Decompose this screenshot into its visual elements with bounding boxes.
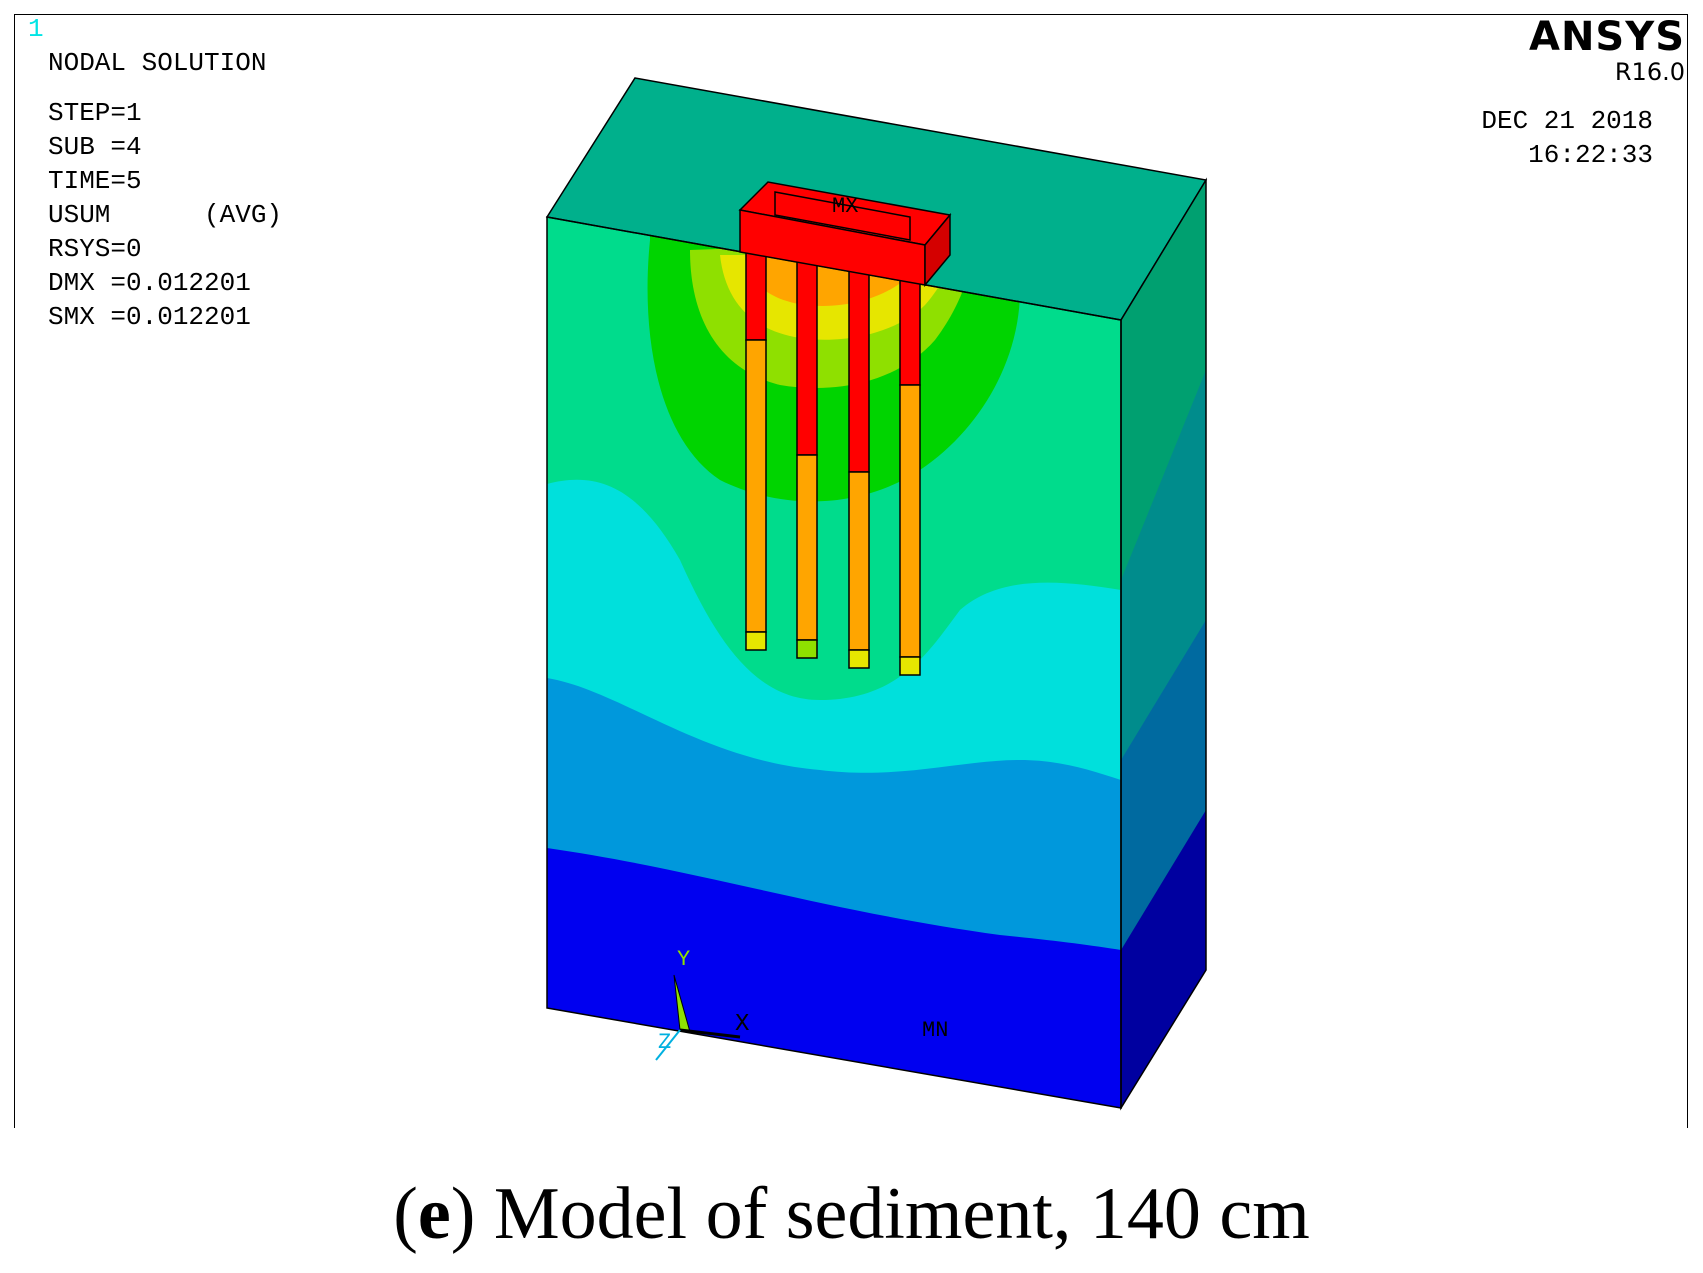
min-marker: MN [922, 1018, 948, 1043]
figure-caption: (e) Model of sediment, 140 cm [393, 1173, 1310, 1255]
pile-1 [745, 249, 767, 651]
model-front-face [547, 217, 1121, 1108]
pile-2 [796, 254, 818, 659]
pile-3 [848, 261, 870, 669]
caption-letter: e [417, 1173, 451, 1255]
axis-z-label: Z [658, 1030, 671, 1055]
model-side-face [1121, 180, 1206, 1108]
max-marker: MX [832, 194, 858, 219]
axis-x-label: X [735, 1011, 749, 1038]
caption-text: Model of sediment, 140 cm [493, 1173, 1310, 1255]
pile-4 [899, 269, 921, 676]
contour-model-view: MX MN Y X Z [545, 77, 1208, 1111]
axis-y-label: Y [677, 947, 690, 972]
